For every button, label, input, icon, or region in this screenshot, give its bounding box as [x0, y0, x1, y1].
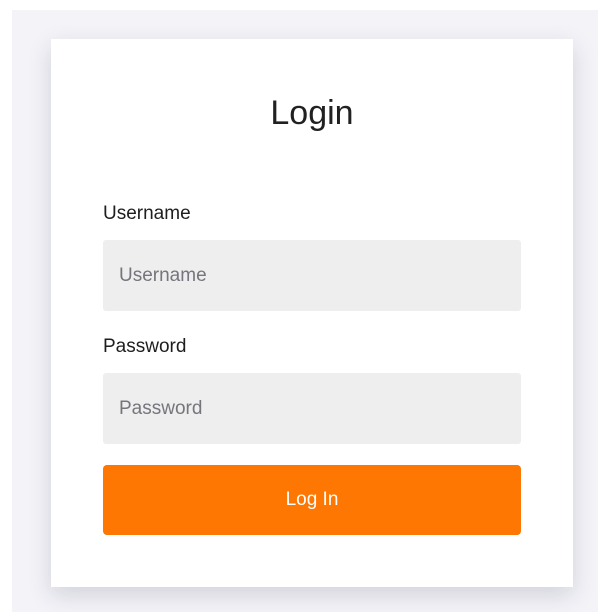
login-card: Login Username Password Log In: [51, 39, 573, 587]
password-input[interactable]: [103, 373, 521, 444]
login-button[interactable]: Log In: [103, 465, 521, 535]
username-label: Username: [103, 203, 191, 224]
password-label: Password: [103, 336, 187, 357]
username-input[interactable]: [103, 240, 521, 311]
login-title: Login: [270, 94, 354, 132]
